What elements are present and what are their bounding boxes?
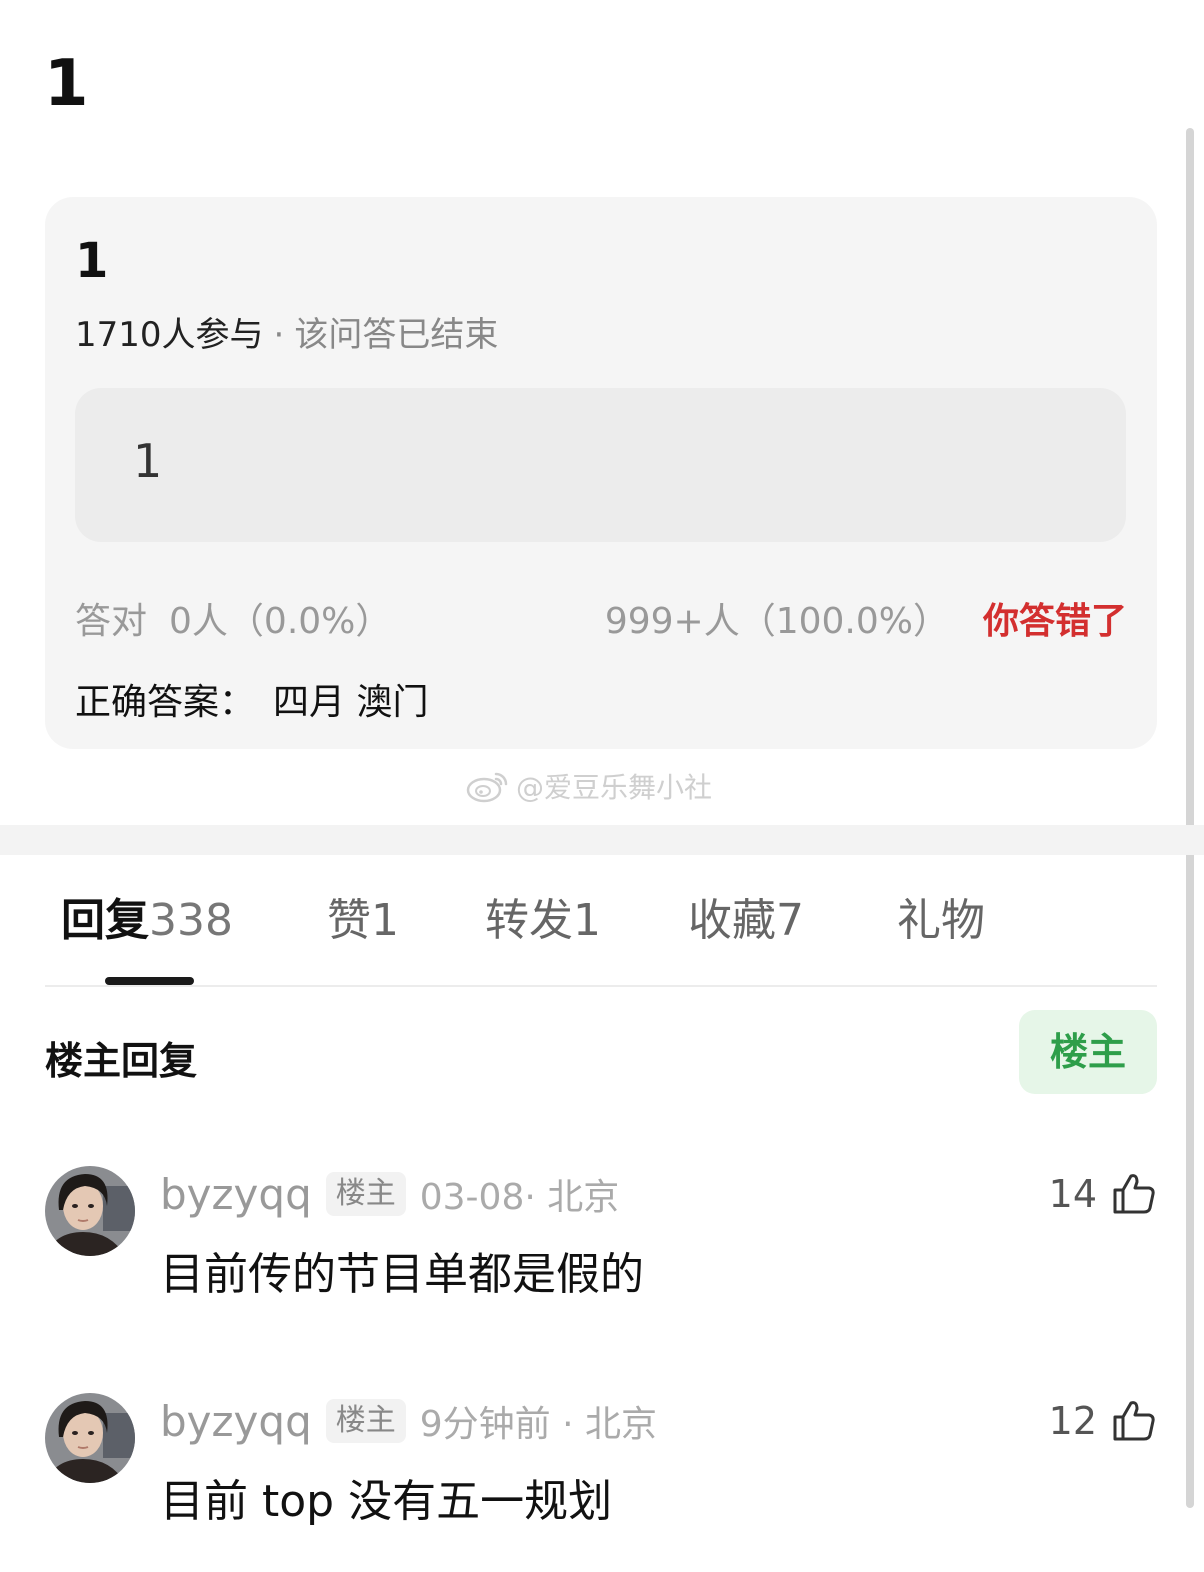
tabs-divider — [45, 985, 1157, 987]
owner-tag: 楼主 — [325, 1172, 406, 1216]
weibo-icon — [466, 772, 508, 803]
tab-favorites[interactable]: 收藏7 — [688, 893, 804, 949]
avatar-image — [45, 1393, 135, 1483]
tab-gifts-label: 礼物 — [897, 895, 985, 946]
correct-label: 答对 — [75, 601, 148, 642]
comment-text: 目前传的节目单都是假的 — [160, 1249, 644, 1300]
tab-favorites-label: 收藏 — [688, 895, 776, 946]
meta-separator: · — [273, 315, 285, 355]
tab-likes[interactable]: 赞1 — [327, 893, 399, 949]
owner-filter-button[interactable]: 楼主 — [1019, 1010, 1157, 1094]
watermark-text: @爱豆乐舞小社 — [516, 771, 713, 804]
avatar[interactable] — [45, 1393, 135, 1483]
tab-replies-count: 338 — [149, 895, 233, 946]
username[interactable]: byzyqq — [160, 1397, 312, 1446]
like-count: 12 — [1048, 1399, 1097, 1443]
correct-stats: 答对 0人（0.0%） — [75, 592, 391, 644]
like-button[interactable]: 12 — [1049, 1393, 1157, 1449]
tab-replies-label: 回复 — [61, 895, 149, 946]
quiz-option-text: 1 — [133, 434, 163, 488]
comment-item: byzyqq 楼主 9分钟前 · 北京 目前 top 没有五一规划 12 — [45, 1393, 1157, 1553]
tab-likes-count: 1 — [371, 895, 399, 946]
participant-count: 1710人参与 — [75, 315, 264, 355]
tab-gifts[interactable]: 礼物 — [897, 893, 985, 949]
correct-stats-value: 0人（0.0%） — [169, 601, 392, 642]
answer-label: 正确答案： — [75, 682, 256, 723]
comment-meta: 03-08· 北京 — [419, 1177, 620, 1218]
active-tab-indicator — [105, 977, 194, 985]
quiz-status: 该问答已结束 — [294, 315, 499, 355]
comment-meta: 9分钟前 · 北京 — [419, 1404, 657, 1445]
wrong-stats-value: 999+人（100.0%） — [604, 601, 949, 642]
quiz-question: 1 — [75, 233, 109, 289]
wrong-stats: 999+人（100.0%） 你答错了 — [605, 592, 1127, 644]
avatar-image — [45, 1166, 135, 1256]
owner-replies-title: 楼主回复 — [45, 1039, 198, 1083]
answer-value: 四月 澳门 — [273, 682, 429, 723]
section-divider — [0, 825, 1204, 855]
username[interactable]: byzyqq — [160, 1170, 312, 1219]
comment-item: byzyqq 楼主 03-08· 北京 目前传的节目单都是假的 14 — [45, 1166, 1157, 1326]
scrollbar[interactable] — [1186, 128, 1194, 1508]
avatar[interactable] — [45, 1166, 135, 1256]
result-label: 你答错了 — [982, 601, 1127, 642]
tab-reposts[interactable]: 转发1 — [485, 893, 601, 949]
comment-header: byzyqq 楼主 03-08· 北京 — [160, 1166, 619, 1222]
tab-reposts-label: 转发 — [485, 895, 573, 946]
tab-reposts-count: 1 — [573, 895, 601, 946]
quiz-option[interactable]: 1 — [75, 388, 1126, 542]
tab-favorites-count: 7 — [776, 895, 804, 946]
like-button[interactable]: 14 — [1049, 1166, 1157, 1222]
page-title: 1 — [44, 47, 89, 121]
quiz-card: 1 1710人参与 · 该问答已结束 1 答对 0人（0.0%） 999+人（100.… — [45, 197, 1157, 749]
correct-answer: 正确答案： 四月 澳门 — [75, 673, 428, 725]
thumb-up-icon — [1113, 1401, 1155, 1441]
thumb-up-icon — [1113, 1174, 1155, 1214]
tab-replies[interactable]: 回复338 — [61, 893, 233, 949]
comment-header: byzyqq 楼主 9分钟前 · 北京 — [160, 1393, 657, 1449]
tab-likes-label: 赞 — [327, 895, 371, 946]
owner-tag: 楼主 — [325, 1399, 406, 1443]
like-count: 14 — [1048, 1172, 1097, 1216]
comment-text: 目前 top 没有五一规划 — [160, 1476, 613, 1527]
tab-bar: 回复338 赞1 转发1 收藏7 礼物 — [45, 893, 1157, 953]
watermark: @爱豆乐舞小社 — [466, 766, 712, 806]
quiz-meta: 1710人参与 · 该问答已结束 — [75, 315, 498, 356]
